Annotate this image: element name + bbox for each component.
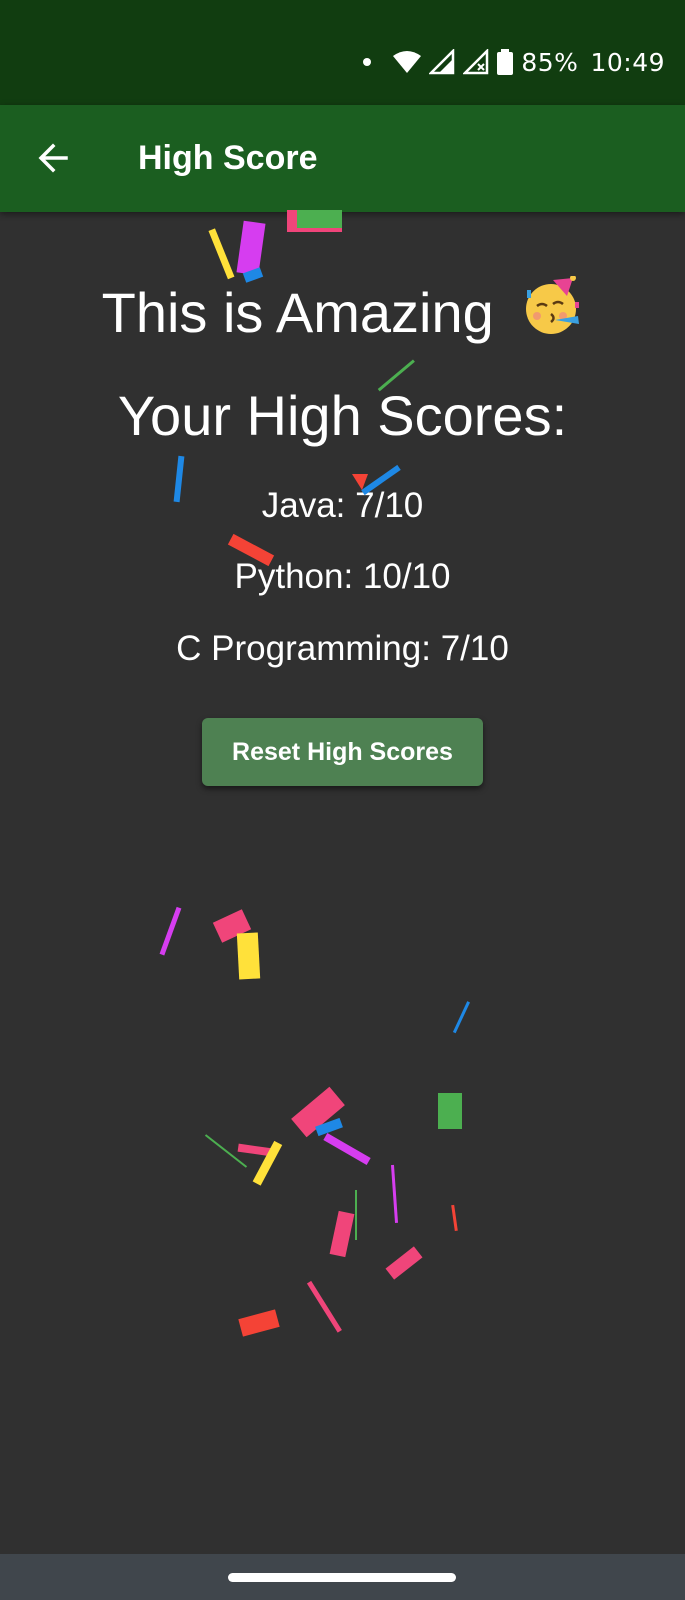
- battery-icon: [497, 49, 514, 75]
- confetti-piece: [159, 906, 182, 956]
- confetti-piece: [323, 1133, 371, 1165]
- confetti-piece: [238, 1309, 280, 1337]
- clock: 10:49: [590, 47, 665, 77]
- partying-face-icon: [523, 275, 583, 350]
- status-bar: 85% 10:49: [0, 0, 685, 105]
- confetti-piece: [252, 1140, 283, 1186]
- confetti-piece: [297, 210, 342, 228]
- system-nav-bar: [0, 1554, 685, 1600]
- status-icons: 85% 10:49: [363, 42, 665, 82]
- wifi-icon: [393, 51, 422, 73]
- confetti-piece: [204, 1134, 248, 1168]
- confetti-piece: [237, 1143, 273, 1157]
- battery-percent: 85%: [521, 47, 579, 77]
- page-title: High Score: [138, 139, 318, 177]
- confetti-piece: [291, 1086, 345, 1138]
- notification-dot-icon: [363, 58, 372, 66]
- confetti-piece: [236, 932, 261, 980]
- home-gesture-handle[interactable]: [228, 1573, 456, 1582]
- confetti-piece: [236, 220, 266, 276]
- confetti-piece: [315, 1117, 343, 1137]
- score-c-programming: C Programming: 7/10: [176, 629, 509, 668]
- confetti-piece: [390, 1164, 399, 1223]
- confetti-decoration: [159, 210, 470, 1337]
- heading-text: This is Amazing: [101, 281, 494, 344]
- confetti-piece: [385, 1246, 423, 1280]
- confetti-piece: [452, 1001, 470, 1034]
- confetti-piece: [212, 909, 252, 943]
- reset-high-scores-button[interactable]: Reset High Scores: [202, 718, 483, 786]
- back-button[interactable]: [30, 135, 76, 181]
- confetti-piece: [329, 1210, 355, 1258]
- confetti-piece: [451, 1204, 458, 1232]
- signal-icon: [429, 49, 455, 75]
- confetti-piece: [287, 210, 342, 232]
- confetti-piece: [355, 1190, 357, 1240]
- high-scores-heading: Your High Scores:: [117, 384, 568, 447]
- heading-row: This is Amazing: [0, 275, 685, 350]
- arrow-back-icon: [38, 143, 68, 173]
- score-java: Java: 7/10: [261, 486, 424, 525]
- confetti-piece: [306, 1280, 342, 1333]
- confetti-piece: [438, 1093, 462, 1129]
- score-python: Python: 10/10: [234, 557, 451, 596]
- confetti-piece: [208, 228, 235, 280]
- signal-no-data-icon: [463, 49, 489, 75]
- app-bar: High Score: [0, 105, 685, 212]
